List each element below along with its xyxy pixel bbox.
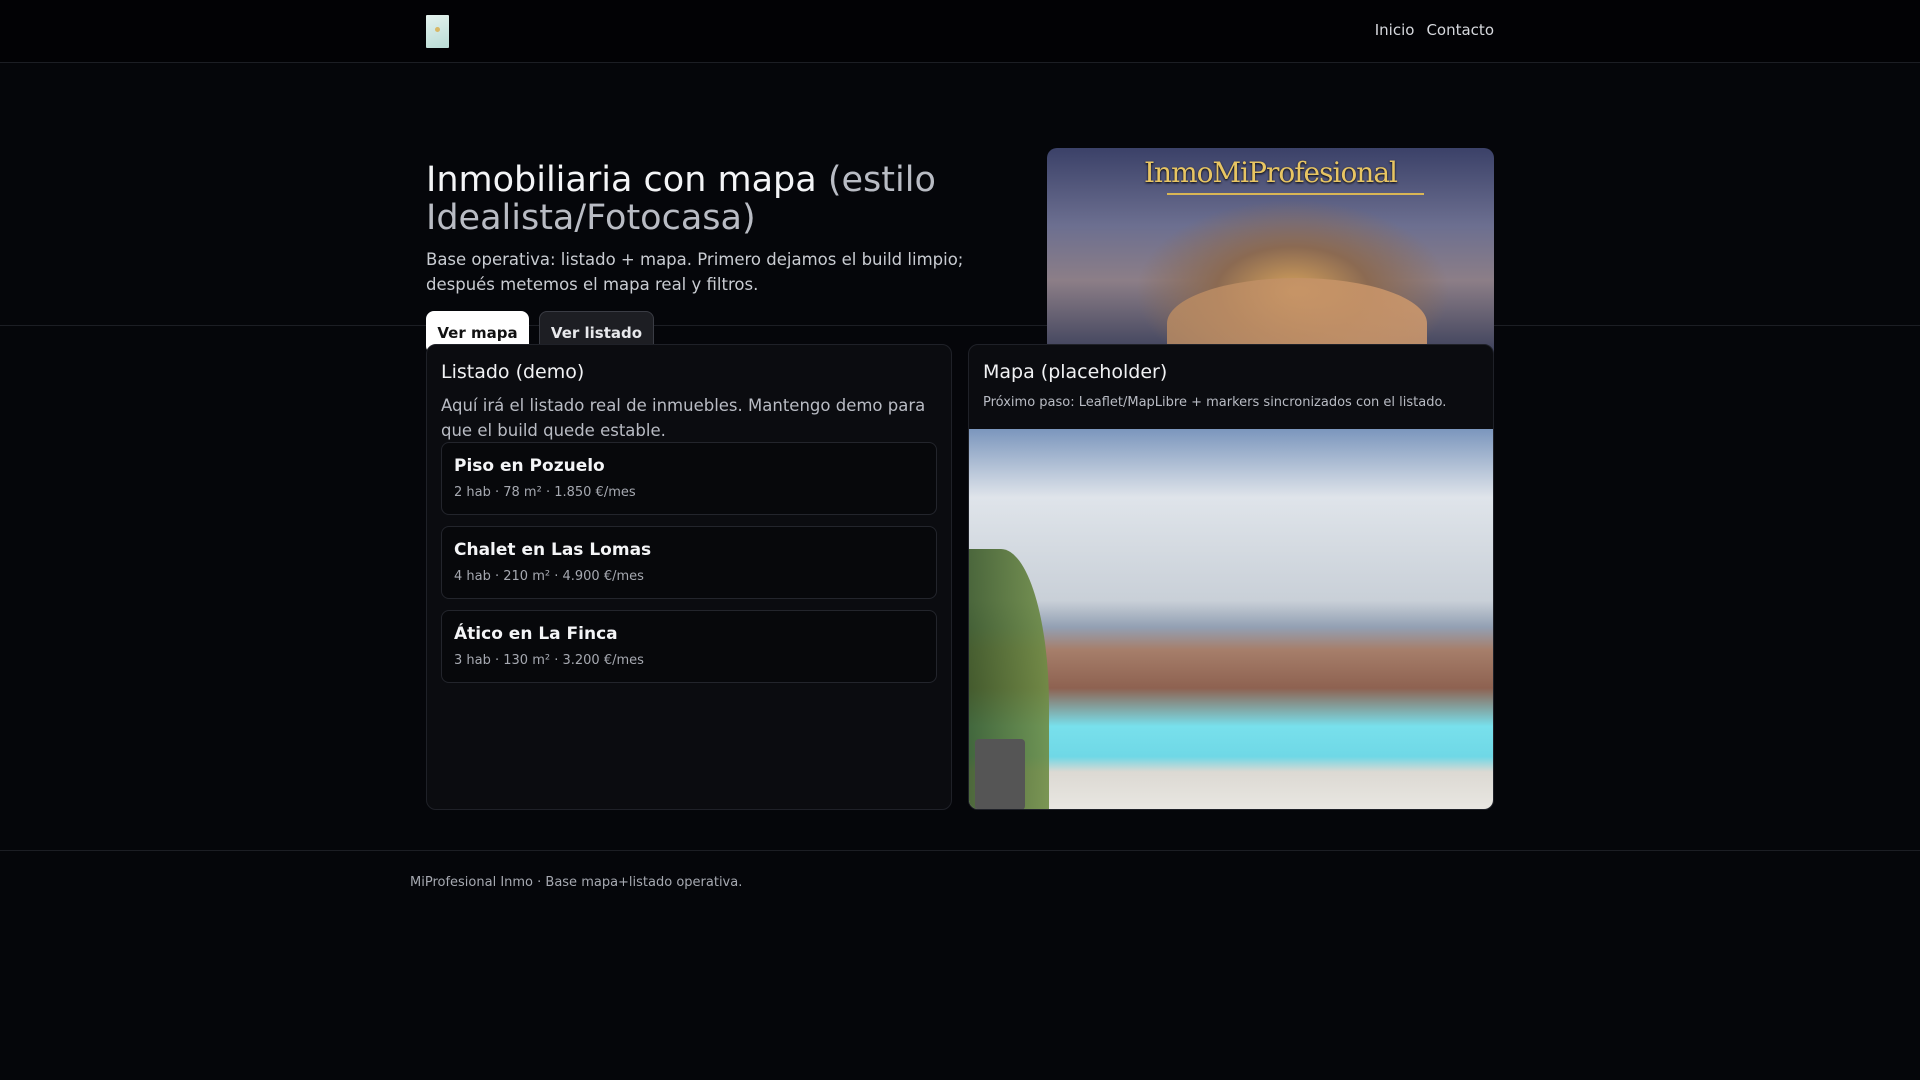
- banner-divider: [1167, 193, 1424, 195]
- nav-link-contacto[interactable]: Contacto: [1426, 21, 1494, 39]
- list-item[interactable]: Chalet en Las Lomas 4 hab · 210 m² · 4.9…: [441, 526, 937, 599]
- list-item[interactable]: Piso en Pozuelo 2 hab · 78 m² · 1.850 €/…: [441, 442, 937, 515]
- footer-text: MiProfesional Inmo · Base mapa+listado o…: [410, 875, 743, 890]
- list-item-title: Piso en Pozuelo: [454, 456, 605, 476]
- list-item-title: Ático en La Finca: [454, 624, 618, 644]
- hero-banner-image: InmoMiProfesional: [1047, 148, 1494, 369]
- list-item-details: 2 hab · 78 m² · 1.850 €/mes: [454, 485, 636, 500]
- main-nav: Inicio Contacto: [1375, 21, 1494, 39]
- top-nav-bar: Inicio Contacto: [0, 0, 1920, 63]
- pot-graphic: [975, 739, 1025, 809]
- listing-card: Listado (demo) Aquí irá el listado real …: [426, 344, 952, 810]
- site-logo[interactable]: [426, 15, 449, 48]
- map-title: Mapa (placeholder): [983, 361, 1168, 383]
- banner-brand-text: InmoMiProfesional: [1143, 156, 1398, 189]
- title-main: Inmobiliaria con mapa: [426, 160, 817, 200]
- footer: MiProfesional Inmo · Base mapa+listado o…: [0, 850, 1920, 890]
- map-card: Mapa (placeholder) Próximo paso: Leaflet…: [968, 344, 1494, 810]
- listing-description: Aquí irá el listado real de inmuebles. M…: [441, 396, 926, 440]
- list-item-details: 3 hab · 130 m² · 3.200 €/mes: [454, 653, 644, 668]
- map-description: Próximo paso: Leaflet/MapLibre + markers…: [983, 395, 1447, 410]
- list-item-title: Chalet en Las Lomas: [454, 540, 652, 560]
- nav-link-inicio[interactable]: Inicio: [1375, 21, 1415, 39]
- map-placeholder-image: [969, 429, 1493, 809]
- list-item-details: 4 hab · 210 m² · 4.900 €/mes: [454, 569, 644, 584]
- hero-section: Inmobiliaria con mapa (estilo Idealista/…: [0, 63, 1920, 369]
- listing-title: Listado (demo): [441, 361, 585, 383]
- hero-description: Base operativa: listado + mapa. Primero …: [426, 250, 964, 294]
- list-item[interactable]: Ático en La Finca 3 hab · 130 m² · 3.200…: [441, 610, 937, 683]
- page-title: Inmobiliaria con mapa (estilo Idealista/…: [426, 161, 1026, 237]
